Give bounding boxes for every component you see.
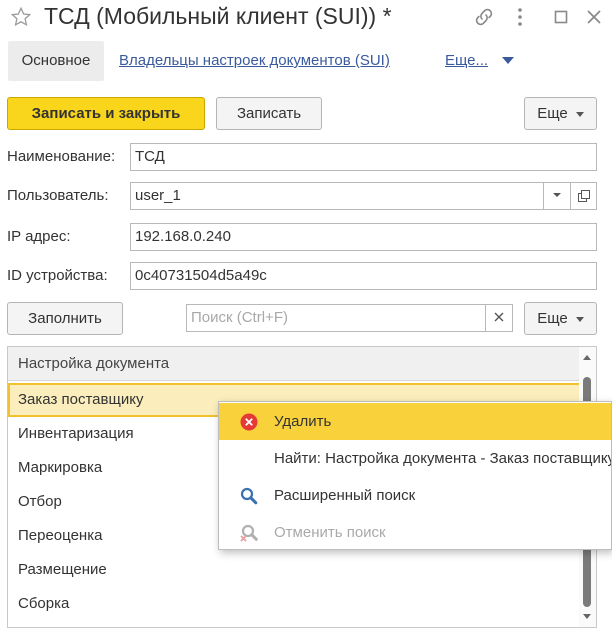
menu-item-delete-label: Удалить — [274, 413, 332, 430]
name-field[interactable]: ТСД — [130, 143, 597, 171]
menu-item-find-label: Найти: Настройка документа - Заказ поста… — [274, 450, 612, 467]
user-field[interactable]: user_1 — [130, 182, 544, 210]
open-form-icon — [577, 190, 590, 202]
device-id-field[interactable]: 0c40731504d5a49c — [130, 262, 597, 290]
scroll-up-icon[interactable] — [583, 355, 591, 360]
column-header-document-setting[interactable]: Настройка документа — [8, 347, 581, 381]
clear-search-button[interactable] — [485, 304, 513, 332]
user-dropdown-button[interactable] — [543, 182, 571, 210]
chevron-down-icon — [575, 316, 584, 322]
menu-item-cancel-search[interactable]: Отменить поиск — [219, 514, 611, 549]
tab-main[interactable]: Основное — [8, 41, 104, 81]
user-label: Пользователь: — [7, 187, 109, 204]
cancel-search-icon — [240, 524, 258, 542]
scroll-down-icon[interactable] — [583, 614, 591, 619]
search-icon — [240, 487, 258, 505]
tab-more-dropdown-icon[interactable] — [502, 57, 514, 64]
link-icon[interactable] — [472, 5, 496, 29]
window-title: ТСД (Мобильный клиент (SUI)) * — [44, 3, 392, 29]
menu-item-delete[interactable]: Удалить — [219, 403, 611, 440]
search-input[interactable]: Поиск (Ctrl+F) — [186, 304, 486, 332]
tab-more[interactable]: Еще... — [445, 52, 488, 69]
context-menu: Удалить Найти: Настройка документа - Зак… — [218, 401, 612, 550]
more-actions-button[interactable]: Еще — [524, 97, 597, 130]
close-icon[interactable] — [582, 5, 606, 29]
menu-item-cancel-search-label: Отменить поиск — [274, 524, 386, 541]
user-open-button[interactable] — [570, 182, 597, 210]
chevron-down-icon — [553, 193, 561, 197]
fill-button[interactable]: Заполнить — [7, 302, 123, 335]
menu-item-advanced-search[interactable]: Расширенный поиск — [219, 477, 611, 514]
delete-icon — [240, 413, 258, 431]
table-more-label: Еще — [537, 310, 568, 327]
favorite-star-icon[interactable] — [10, 6, 32, 28]
more-actions-label: Еще — [537, 105, 568, 122]
ip-field[interactable]: 192.168.0.240 — [130, 223, 597, 251]
chevron-down-icon — [575, 111, 584, 117]
maximize-icon[interactable] — [549, 5, 573, 29]
save-button[interactable]: Записать — [216, 97, 322, 130]
device-id-label: ID устройства: — [7, 267, 108, 284]
menu-item-advanced-search-label: Расширенный поиск — [274, 487, 416, 504]
more-vertical-icon[interactable] — [508, 5, 532, 29]
table-row[interactable]: Сборка — [8, 587, 581, 621]
table-more-button[interactable]: Еще — [524, 302, 597, 335]
close-icon — [494, 312, 504, 322]
ip-label: IP адрес: — [7, 228, 71, 245]
tab-document-owners[interactable]: Владельцы настроек документов (SUI) — [119, 52, 390, 69]
table-row[interactable]: Размещение — [8, 553, 581, 587]
save-and-close-button[interactable]: Записать и закрыть — [7, 97, 205, 130]
name-label: Наименование: — [7, 148, 116, 165]
menu-item-find[interactable]: Найти: Настройка документа - Заказ поста… — [219, 440, 612, 477]
